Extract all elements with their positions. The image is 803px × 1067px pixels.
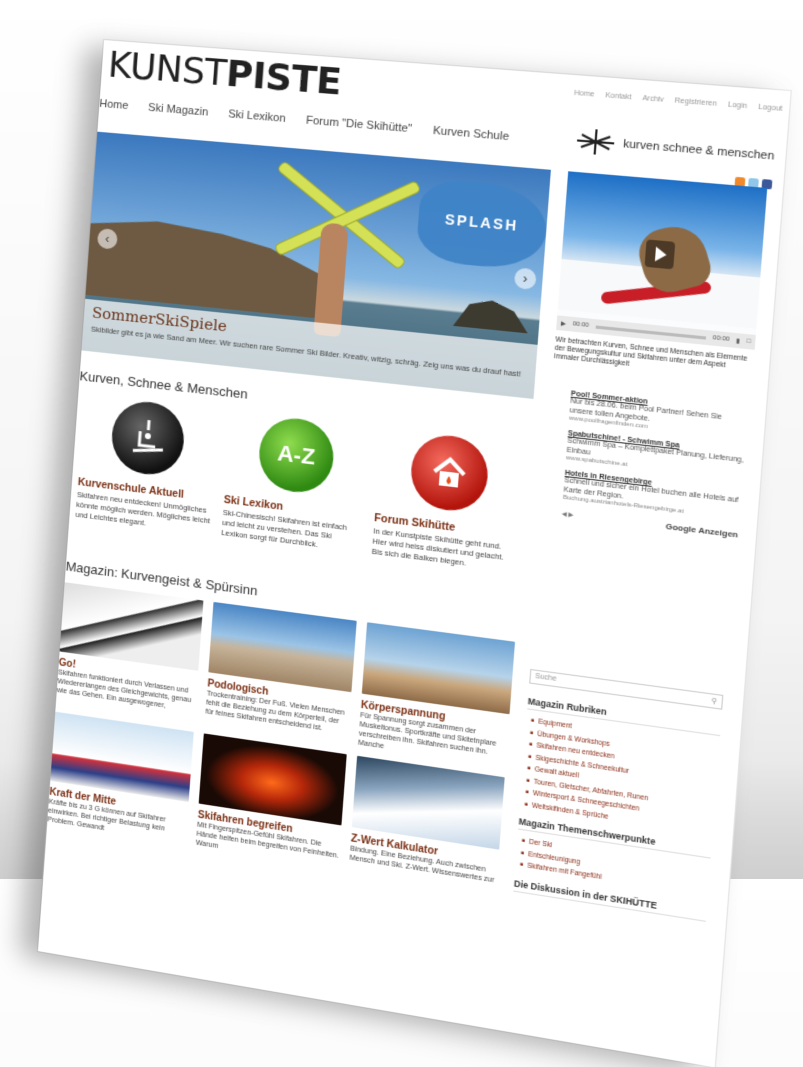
video-time-start: 00:00 <box>572 321 590 329</box>
article-thumb[interactable] <box>59 582 204 671</box>
article-card[interactable]: Skifahren begreifen Mit Fingerspitzen-Ge… <box>195 733 347 870</box>
slider-person <box>313 222 349 338</box>
fullscreen-icon[interactable]: □ <box>746 338 751 345</box>
rubriken-list: Equipment Übungen & Workshops Skifahren … <box>524 715 720 838</box>
house-icon[interactable] <box>408 431 491 515</box>
article-grid: Go! Skifahren funktioniert durch Verlass… <box>47 582 516 895</box>
play-control-icon[interactable]: ▶ <box>561 319 567 327</box>
video-time-end: 00:00 <box>712 334 730 344</box>
ads-pager[interactable]: ◀ ▶ <box>561 510 573 519</box>
video-progress-bar[interactable] <box>595 324 707 340</box>
nav-item-kurven-schule[interactable]: Kurven Schule <box>433 125 510 144</box>
article-thumb[interactable] <box>198 733 347 826</box>
feature-card[interactable]: A-Z Ski Lexikon Ski-Chinesisch! Skifahre… <box>215 410 375 556</box>
search-icon[interactable]: ⚲ <box>711 697 717 706</box>
play-icon[interactable] <box>644 239 676 270</box>
top-link[interactable]: Registrieren <box>674 97 717 108</box>
top-links: Home Kontakt Archiv Registrieren Login L… <box>565 89 783 113</box>
article-card[interactable]: Kraft der Mitte Kräfte bis zu 3 G können… <box>47 711 194 846</box>
article-card[interactable]: Z-Wert Kalkulator Bindung. Eine Beziehun… <box>348 755 505 895</box>
ads-footer-label[interactable]: Google Anzeigen <box>665 522 738 540</box>
feature-cards: Kurvenschule Aktuell Skifahren neu entde… <box>69 394 530 575</box>
brand-tagline: kurven schnee & menschen <box>622 137 775 163</box>
website-page: KUNSTPISTE Home Kontakt Archiv Registrie… <box>37 40 791 1067</box>
article-card[interactable]: Podologisch Trockentraining: Der Fuß. Vi… <box>204 601 357 746</box>
article-thumb[interactable] <box>361 622 516 715</box>
article-thumb[interactable] <box>351 755 505 850</box>
feature-card[interactable]: Kurvenschule Aktuell Skifahren neu entde… <box>69 394 224 537</box>
article-thumb[interactable] <box>50 711 194 802</box>
snowflake-icon <box>574 126 618 159</box>
ski-lift-icon[interactable] <box>109 398 187 479</box>
top-link[interactable]: Logout <box>758 104 783 113</box>
top-link[interactable]: Home <box>574 90 595 99</box>
feature-card[interactable]: Forum Skihütte In der Kunstpiste Skihütt… <box>365 427 530 575</box>
site-logo[interactable]: KUNSTPISTE <box>107 44 343 103</box>
article-thumb[interactable] <box>208 601 357 693</box>
nav-item-home[interactable]: Home <box>99 98 129 112</box>
top-link[interactable]: Archiv <box>642 95 664 104</box>
brand-mark: kurven schnee & menschen <box>574 126 775 172</box>
article-card[interactable]: Körperspannung Für Spannung sorgt zusamm… <box>358 622 516 769</box>
video-player[interactable]: ▶ 00:00 00:00 ▮ □ <box>556 171 768 350</box>
hero-slider[interactable]: SPLASH ‹ › SommerSkiSpiele Skibilder gib… <box>81 131 551 399</box>
top-link[interactable]: Login <box>728 101 748 110</box>
nav-item-ski-lexikon[interactable]: Ski Lexikon <box>228 108 286 125</box>
nav-item-forum[interactable]: Forum "Die Skihütte" <box>306 114 413 135</box>
google-ads: Pool! Sommer-aktion Nur bis 28.06. beim … <box>561 390 747 539</box>
top-link[interactable]: Kontakt <box>605 92 632 101</box>
search-placeholder: Suche <box>534 672 557 683</box>
ski-right <box>273 180 422 257</box>
slider-next-icon[interactable]: › <box>513 267 537 291</box>
slider-island <box>453 297 530 333</box>
volume-icon[interactable]: ▮ <box>736 337 740 345</box>
a-z-icon[interactable]: A-Z <box>256 414 336 497</box>
nav-item-ski-magazin[interactable]: Ski Magazin <box>148 102 209 119</box>
article-card[interactable]: Go! Skifahren funktioniert durch Verlass… <box>56 582 204 724</box>
